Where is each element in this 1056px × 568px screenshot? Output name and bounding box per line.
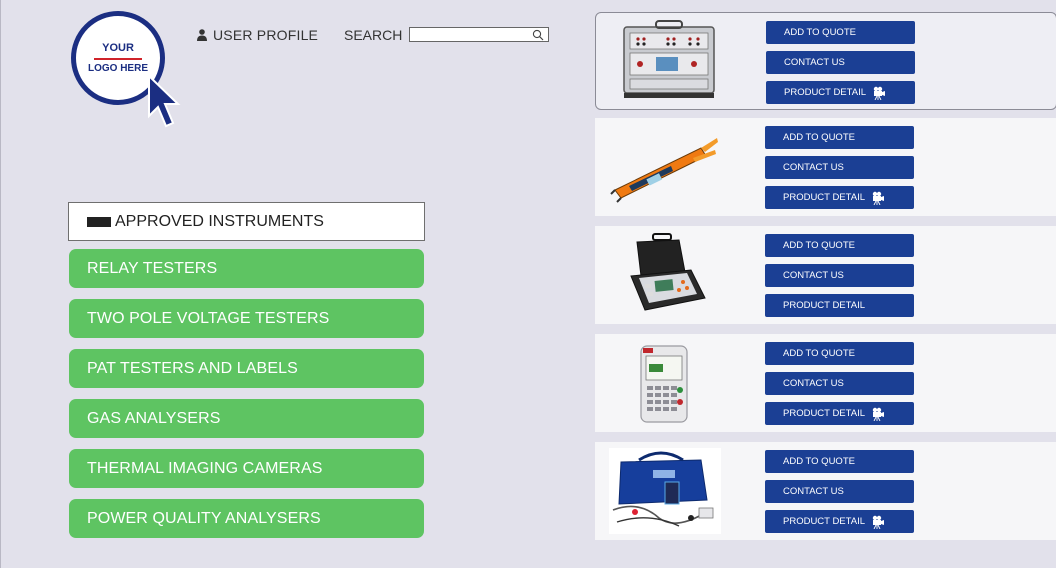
add-to-quote-label: ADD TO QUOTE	[783, 456, 855, 467]
product-card: ADD TO QUOTE CONTACT US PRODUCT DETAIL	[595, 442, 1056, 540]
handheld-tester-image[interactable]	[609, 340, 721, 426]
product-detail-button[interactable]: PRODUCT DETAIL	[765, 186, 914, 209]
logo-text-top: YOUR	[102, 42, 134, 54]
logo-text-bottom: LOGO HERE	[87, 63, 148, 74]
product-detail-button[interactable]: PRODUCT DETAIL	[765, 510, 914, 533]
approved-instruments-label: APPROVED INSTRUMENTS	[115, 212, 324, 230]
product-actions: ADD TO QUOTE CONTACT US PRODUCT DETAIL	[765, 450, 914, 540]
menu-marker-icon	[87, 216, 111, 227]
product-actions: ADD TO QUOTE CONTACT US PRODUCT DETAIL	[765, 234, 914, 324]
add-to-quote-button[interactable]: ADD TO QUOTE	[765, 234, 914, 257]
contact-us-label: CONTACT US	[783, 162, 844, 173]
category-thermal-imaging-cameras[interactable]: THERMAL IMAGING CAMERAS	[69, 449, 424, 488]
user-profile-link[interactable]: USER PROFILE	[197, 26, 318, 44]
video-camera-icon	[873, 86, 885, 100]
video-camera-icon	[872, 515, 884, 529]
contact-us-label: CONTACT US	[783, 486, 844, 497]
add-to-quote-label: ADD TO QUOTE	[784, 27, 856, 38]
add-to-quote-label: ADD TO QUOTE	[783, 240, 855, 251]
logo-divider	[94, 58, 142, 60]
voltage-tester-image[interactable]	[609, 124, 721, 210]
contact-us-label: CONTACT US	[784, 57, 845, 68]
product-detail-label: PRODUCT DETAIL	[783, 408, 865, 419]
category-gas-analysers[interactable]: GAS ANALYSERS	[69, 399, 424, 438]
relay-tester-image[interactable]	[610, 17, 722, 103]
product-detail-label: PRODUCT DETAIL	[784, 87, 866, 98]
search-input[interactable]	[410, 32, 528, 45]
product-actions: ADD TO QUOTE CONTACT US PRODUCT DETAIL	[766, 21, 915, 111]
test-kit-bag-image[interactable]	[609, 448, 721, 534]
product-detail-button[interactable]: PRODUCT DETAIL	[765, 294, 914, 317]
category-power-quality-analysers[interactable]: POWER QUALITY ANALYSERS	[69, 499, 424, 538]
add-to-quote-button[interactable]: ADD TO QUOTE	[765, 342, 914, 365]
add-to-quote-button[interactable]: ADD TO QUOTE	[766, 21, 915, 44]
add-to-quote-button[interactable]: ADD TO QUOTE	[765, 450, 914, 473]
product-detail-button[interactable]: PRODUCT DETAIL	[766, 81, 915, 104]
pat-tester-case-image[interactable]	[609, 232, 721, 318]
contact-us-label: CONTACT US	[783, 270, 844, 281]
pointer-cursor-icon	[148, 74, 181, 128]
product-card: ADD TO QUOTE CONTACT US PRODUCT DETAIL	[595, 12, 1056, 110]
category-relay-testers[interactable]: RELAY TESTERS	[69, 249, 424, 288]
product-actions: ADD TO QUOTE CONTACT US PRODUCT DETAIL	[765, 126, 914, 216]
product-card: ADD TO QUOTE CONTACT US PRODUCT DETAIL	[595, 118, 1056, 216]
add-to-quote-button[interactable]: ADD TO QUOTE	[765, 126, 914, 149]
add-to-quote-label: ADD TO QUOTE	[783, 348, 855, 359]
search-icon[interactable]	[532, 29, 544, 41]
category-list: RELAY TESTERS TWO POLE VOLTAGE TESTERS P…	[69, 249, 424, 549]
search-field[interactable]	[409, 27, 549, 45]
product-card: ADD TO QUOTE CONTACT US PRODUCT DETAIL	[595, 226, 1056, 324]
user-icon	[197, 29, 207, 41]
contact-us-button[interactable]: CONTACT US	[765, 480, 914, 503]
contact-us-button[interactable]: CONTACT US	[765, 372, 914, 395]
contact-us-button[interactable]: CONTACT US	[765, 264, 914, 287]
contact-us-button[interactable]: CONTACT US	[766, 51, 915, 74]
contact-us-button[interactable]: CONTACT US	[765, 156, 914, 179]
category-two-pole-voltage-testers[interactable]: TWO POLE VOLTAGE TESTERS	[69, 299, 424, 338]
product-actions: ADD TO QUOTE CONTACT US PRODUCT DETAIL	[765, 342, 914, 432]
contact-us-label: CONTACT US	[783, 378, 844, 389]
add-to-quote-label: ADD TO QUOTE	[783, 132, 855, 143]
product-detail-label: PRODUCT DETAIL	[783, 516, 865, 527]
category-pat-testers[interactable]: PAT TESTERS AND LABELS	[69, 349, 424, 388]
product-detail-button[interactable]: PRODUCT DETAIL	[765, 402, 914, 425]
search-label: SEARCH	[344, 27, 403, 43]
approved-instruments-header[interactable]: APPROVED INSTRUMENTS	[68, 202, 425, 241]
product-card: ADD TO QUOTE CONTACT US PRODUCT DETAIL	[595, 334, 1056, 432]
product-detail-label: PRODUCT DETAIL	[783, 192, 865, 203]
user-profile-label: USER PROFILE	[213, 27, 319, 43]
product-detail-label: PRODUCT DETAIL	[783, 300, 865, 311]
video-camera-icon	[872, 191, 884, 205]
video-camera-icon	[872, 407, 884, 421]
